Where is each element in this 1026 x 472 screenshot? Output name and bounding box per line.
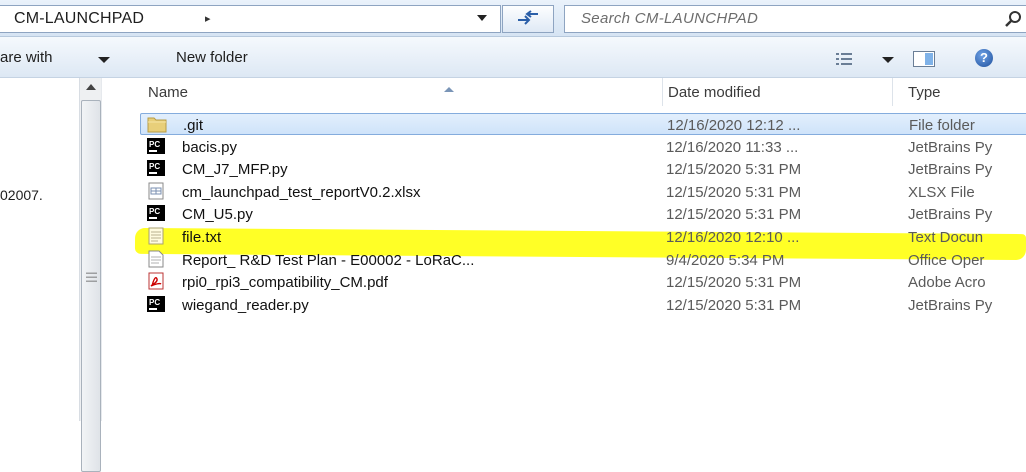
command-bar: are with New folder ? — [0, 37, 1026, 78]
pdf-icon — [146, 272, 166, 292]
file-date-modified: 12/16/2020 12:12 ... — [667, 117, 801, 134]
column-separator[interactable] — [662, 78, 663, 106]
file-row[interactable]: cm_launchpad_test_reportV0.2.xlsx 12/15/2… — [140, 181, 1026, 203]
file-name: bacis.py — [182, 138, 238, 156]
change-view-icon[interactable] — [836, 53, 852, 65]
grip-icon: — — — — [86, 267, 97, 287]
refresh-button[interactable] — [502, 5, 554, 33]
scrollbar-thumb[interactable]: — — — — [81, 100, 101, 472]
search-input[interactable]: Search CM-LAUNCHPAD — [564, 5, 1026, 33]
svg-text:PC: PC — [149, 207, 160, 216]
column-separator[interactable] — [892, 78, 893, 106]
file-type: Adobe Acro — [908, 274, 986, 292]
file-type: XLSX File — [908, 183, 975, 201]
file-name: .git — [183, 117, 204, 134]
file-row[interactable]: file.txt 12/16/2020 12:10 ... Text Docun — [140, 226, 1026, 248]
pycharm-icon: PC — [146, 295, 166, 315]
file-name: wiegand_reader.py — [182, 296, 309, 314]
nav-item[interactable]: 02007. — [0, 187, 43, 203]
svg-text:PC: PC — [149, 140, 160, 149]
share-dropdown-icon[interactable] — [98, 57, 110, 63]
file-date-modified: 12/15/2020 5:31 PM — [666, 274, 802, 292]
file-row[interactable]: .git 12/16/2020 12:12 ... File folder — [140, 113, 1026, 135]
address-bar-row: CM-LAUNCHPAD ▸ Search CM-LAUNCHPAD — [0, 0, 1026, 37]
file-date-modified: 12/15/2020 5:31 PM — [666, 183, 802, 201]
breadcrumb-arrow-icon[interactable]: ▸ — [205, 12, 211, 25]
navigation-pane: 02007. — [0, 78, 78, 421]
file-date-modified: 12/15/2020 5:31 PM — [666, 296, 802, 314]
file-date-modified: 12/15/2020 5:31 PM — [666, 206, 802, 224]
column-header-date[interactable]: Date modified — [668, 84, 761, 101]
file-name: CM_J7_MFP.py — [182, 161, 288, 179]
svg-text:PC: PC — [149, 298, 160, 307]
search-icon[interactable] — [1003, 10, 1023, 28]
navigation-scrollbar[interactable]: — — — — [79, 78, 101, 472]
address-history-dropdown-icon[interactable] — [477, 15, 487, 21]
pycharm-icon: PC — [146, 159, 166, 179]
file-type: Text Docun — [908, 229, 984, 246]
help-icon[interactable]: ? — [975, 49, 993, 67]
file-type: File folder — [909, 117, 975, 134]
file-row[interactable]: Report_ R&D Test Plan - E00002 - LoRaC..… — [140, 249, 1026, 271]
file-name: file.txt — [182, 229, 222, 246]
file-type: JetBrains Py — [908, 296, 993, 314]
search-placeholder: Search CM-LAUNCHPAD — [581, 10, 759, 27]
preview-pane-icon[interactable] — [913, 51, 935, 67]
file-type: JetBrains Py — [908, 138, 993, 156]
file-name: CM_U5.py — [182, 206, 253, 224]
text-file-icon — [146, 227, 166, 247]
file-list: Name Date modified Type .git 12/16/2020 1… — [102, 78, 1026, 421]
file-row[interactable]: PC CM_J7_MFP.py 12/15/2020 5:31 PM JetBrain… — [140, 158, 1026, 180]
file-type: Office Oper — [908, 251, 985, 269]
pycharm-icon: PC — [146, 204, 166, 224]
file-row[interactable]: PC wiegand_reader.py 12/15/2020 5:31 PM Jet… — [140, 294, 1026, 316]
file-row[interactable]: PC bacis.py 12/16/2020 11:33 ... JetBrains … — [140, 136, 1026, 158]
column-header-type[interactable]: Type — [908, 84, 941, 101]
file-date-modified: 9/4/2020 5:34 PM — [666, 251, 785, 269]
folder-icon — [147, 115, 167, 135]
column-header-name[interactable]: Name — [148, 84, 454, 101]
share-with-button[interactable]: are with — [0, 49, 53, 66]
file-date-modified: 12/16/2020 11:33 ... — [666, 138, 799, 156]
file-name: Report_ R&D Test Plan - E00002 - LoRaC..… — [182, 251, 475, 269]
sort-ascending-icon — [444, 87, 454, 92]
file-name: cm_launchpad_test_reportV0.2.xlsx — [182, 183, 421, 201]
document-icon — [146, 250, 166, 270]
breadcrumb-cm-launchpad[interactable]: CM-LAUNCHPAD — [14, 10, 144, 28]
file-type: JetBrains Py — [908, 206, 993, 224]
file-date-modified: 12/15/2020 5:31 PM — [666, 161, 802, 179]
file-row[interactable]: PC CM_U5.py 12/15/2020 5:31 PM JetBrains Py — [140, 203, 1026, 225]
scroll-up-icon[interactable] — [86, 84, 96, 90]
file-row[interactable]: rpi0_rpi3_compatibility_CM.pdf 12/15/2020… — [140, 271, 1026, 293]
new-folder-button[interactable]: New folder — [176, 49, 248, 66]
spreadsheet-icon — [146, 182, 166, 202]
address-bar[interactable]: CM-LAUNCHPAD ▸ — [0, 5, 501, 33]
refresh-icon — [518, 10, 538, 25]
file-date-modified: 12/16/2020 12:10 ... — [666, 229, 800, 246]
svg-text:PC: PC — [149, 162, 160, 171]
view-options-dropdown-icon[interactable] — [882, 57, 894, 63]
column-header-name-label: Name — [148, 84, 189, 101]
pycharm-icon: PC — [146, 137, 166, 157]
file-name: rpi0_rpi3_compatibility_CM.pdf — [182, 274, 388, 292]
file-type: JetBrains Py — [908, 161, 993, 179]
